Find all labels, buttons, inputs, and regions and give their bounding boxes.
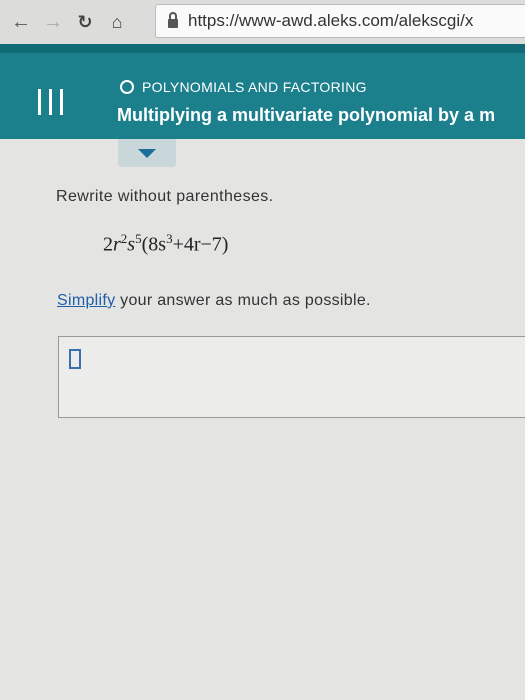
simplify-link[interactable]: Simplify [57,292,115,309]
page-title: Multiplying a multivariate polynomial by… [117,105,496,125]
answer-input[interactable] [69,349,81,369]
caret-down-icon [138,149,156,158]
instruction-text: Simplify your answer as much as possible… [57,292,371,310]
aleks-header: POLYNOMIALS AND FACTORING Multiplying a … [0,44,525,139]
progress-circle-icon [120,80,134,94]
expr-coef: 2 [103,233,113,256]
browser-toolbar: ← → ↻ ⌂ https://www-awd.aleks.com/aleksc… [0,0,525,44]
expr-var-s: s [127,233,136,256]
expr-term-1: 8s [148,233,167,256]
section-title: POLYNOMIALS AND FACTORING [142,79,367,95]
expr-var-r: r [113,233,121,256]
answer-box[interactable] [58,336,525,418]
expr-terms-rest: +4r−7 [172,233,222,256]
home-icon[interactable]: ⌂ [106,12,128,33]
math-expression: 2r2s5(8s3+4r−7) [103,231,228,257]
url-text[interactable]: https://www-awd.aleks.com/alekscgi/x [188,11,473,31]
collapse-tab[interactable] [118,139,176,167]
topic-breadcrumb: POLYNOMIALS AND FACTORING [120,79,367,95]
address-bar[interactable]: https://www-awd.aleks.com/alekscgi/x [155,4,525,38]
menu-icon[interactable] [38,89,68,115]
lock-icon [168,12,178,28]
problem-area: Rewrite without parentheses. 2r2s5(8s3+4… [0,139,525,700]
forward-arrow-icon[interactable]: → [42,11,64,34]
back-arrow-icon[interactable]: ← [10,11,32,34]
problem-prompt: Rewrite without parentheses. [56,188,274,205]
instruction-rest: your answer as much as possible. [115,292,371,309]
reload-icon[interactable]: ↻ [74,12,96,33]
expr-close-paren: ) [221,233,229,256]
